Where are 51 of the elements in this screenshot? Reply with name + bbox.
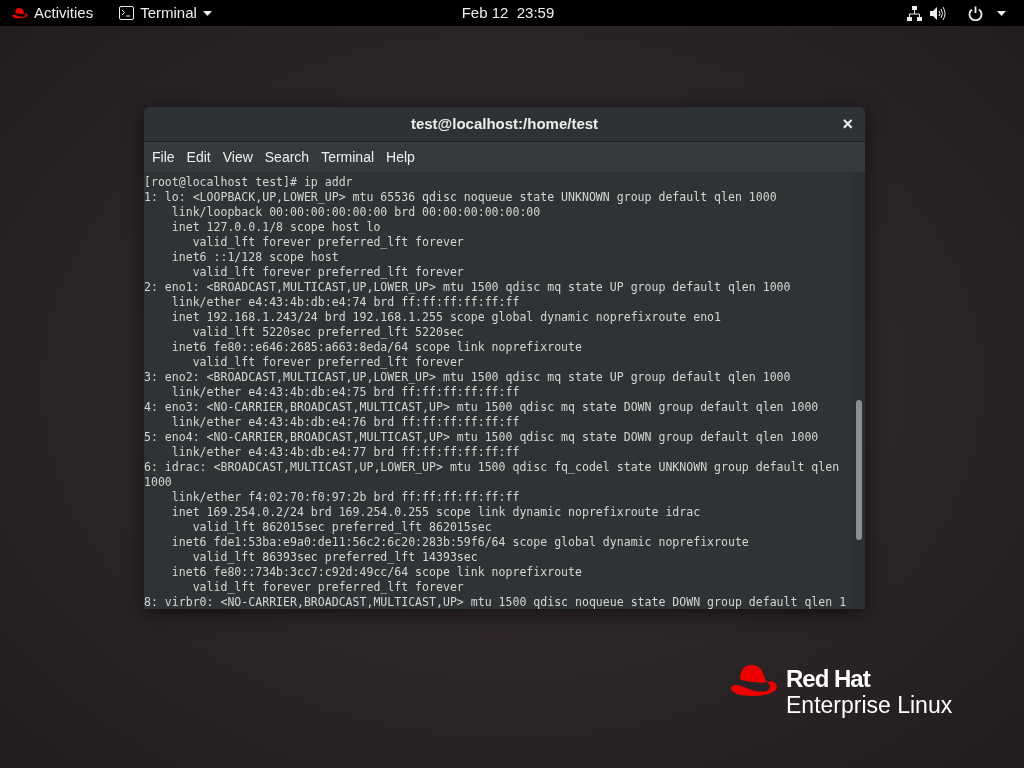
terminal-line: link/ether e4:43:4b:db:e4:75 brd ff:ff:ff:ff:ff:ff — [170, 385, 520, 400]
terminal-line: 2: eno1: <BROADCAST,MULTICAST,UP,LOWER_UP> mtu 1500 qdisc mq state UP group default qlen 1000 — [144, 280, 791, 295]
caret-icon — [202, 10, 212, 16]
terminal-line: inet6 ::1/128 scope host — [170, 250, 339, 265]
terminal-line: link/ether e4:43:4b:db:e4:74 brd ff:ff:ff:ff:ff:ff — [170, 295, 520, 310]
terminal-line: inet6 fde1:53ba:e9a0:de11:56c2:6c20:283b:59f6/64 scope global dynamic noprefixroute — [170, 535, 749, 550]
terminal-line: valid_lft 862015sec preferred_lft 862015sec — [191, 520, 492, 535]
volume-icon[interactable] — [930, 5, 946, 21]
menu-item[interactable]: Help — [380, 142, 421, 172]
terminal-line: inet6 fe80::e646:2685:a663:8eda/64 scope link noprefixroute — [170, 340, 582, 355]
menu-item[interactable]: Terminal — [315, 142, 381, 172]
app-menu[interactable]: Terminal — [119, 1, 212, 25]
terminal-line: [root@localhost test]# ip addr — [144, 175, 353, 190]
terminal-line: link/ether e4:43:4b:db:e4:77 brd ff:ff:ff:ff:ff:ff — [170, 445, 520, 460]
terminal-line: valid_lft forever preferred_lft forever — [191, 355, 464, 370]
clock[interactable]: Feb 12 23:59 — [452, 1, 564, 25]
close-button[interactable]: × — [842, 115, 853, 133]
caret-icon[interactable] — [997, 10, 1006, 16]
terminal-line: inet6 fe80::734b:3cc7:c92d:49cc/64 scope link noprefixroute — [170, 565, 582, 580]
hat-logo-icon — [730, 663, 778, 697]
menu-item[interactable]: File — [146, 142, 181, 172]
terminal-line: valid_lft 5220sec preferred_lft 5220sec — [191, 325, 464, 340]
terminal-line: 3: eno2: <BROADCAST,MULTICAST,UP,LOWER_UP> mtu 1500 qdisc mq state UP group default qlen 1000 — [144, 370, 791, 385]
terminal-line: link/loopback 00:00:00:00:00:00 brd 00:00:00:00:00:00 — [170, 205, 541, 220]
terminal-line: inet 127.0.0.1/8 scope host lo — [170, 220, 381, 235]
terminal-line: valid_lft forever preferred_lft forever — [191, 235, 464, 250]
terminal-line: 1000 — [144, 475, 172, 490]
hat-logo-icon — [12, 7, 28, 19]
activities-button[interactable]: Activities — [34, 1, 94, 25]
scrollbar-thumb[interactable] — [856, 400, 862, 540]
terminal-line: valid_lft forever preferred_lft forever — [191, 580, 464, 595]
brand-name: Red Hat — [786, 666, 872, 692]
terminal-line: inet 169.254.0.2/24 brd 169.254.0.255 scope link dynamic noprefixroute idrac — [170, 505, 701, 520]
product-name: Enterprise Linux — [786, 692, 953, 718]
terminal-line: inet 192.168.1.243/24 brd 192.168.1.255 scope global dynamic noprefixroute eno1 — [170, 310, 721, 325]
terminal-line: 8: virbr0: <NO-CARRIER,BROADCAST,MULTICAST,UP> mtu 1500 qdisc noqueue state DOWN group default qlen 1 — [144, 595, 847, 609]
terminal-line: 6: idrac: <BROADCAST,MULTICAST,UP,LOWER_UP> mtu 1500 qdisc fq_codel state UNKNOWN group default qlen — [144, 460, 840, 475]
terminal-line: link/ether f4:02:70:f0:97:2b brd ff:ff:ff:ff:ff:ff — [170, 490, 520, 505]
terminal-line: 1: lo: <LOOPBACK,UP,LOWER_UP> mtu 65536 qdisc noqueue state UNKNOWN group default qlen 1000 — [144, 190, 777, 205]
terminal-icon — [119, 6, 135, 20]
terminal-line: link/ether e4:43:4b:db:e4:76 brd ff:ff:ff:ff:ff:ff — [170, 415, 520, 430]
menu-item[interactable]: Search — [258, 142, 316, 172]
terminal-line: 5: eno4: <NO-CARRIER,BROADCAST,MULTICAST,UP> mtu 1500 qdisc mq state DOWN group default qlen 1000 — [144, 430, 819, 445]
terminal-line: valid_lft 86393sec preferred_lft 14393sec — [191, 550, 478, 565]
menu-item[interactable]: Edit — [180, 142, 217, 172]
menu-item[interactable]: View — [216, 142, 259, 172]
terminal-line: 4: eno3: <NO-CARRIER,BROADCAST,MULTICAST,UP> mtu 1500 qdisc mq state DOWN group default qlen 1000 — [144, 400, 819, 415]
window-title: test@localhost:/home/test — [410, 113, 599, 134]
terminal-line: valid_lft forever preferred_lft forever — [191, 265, 464, 280]
network-icon[interactable] — [907, 5, 922, 21]
power-icon[interactable] — [968, 5, 983, 21]
